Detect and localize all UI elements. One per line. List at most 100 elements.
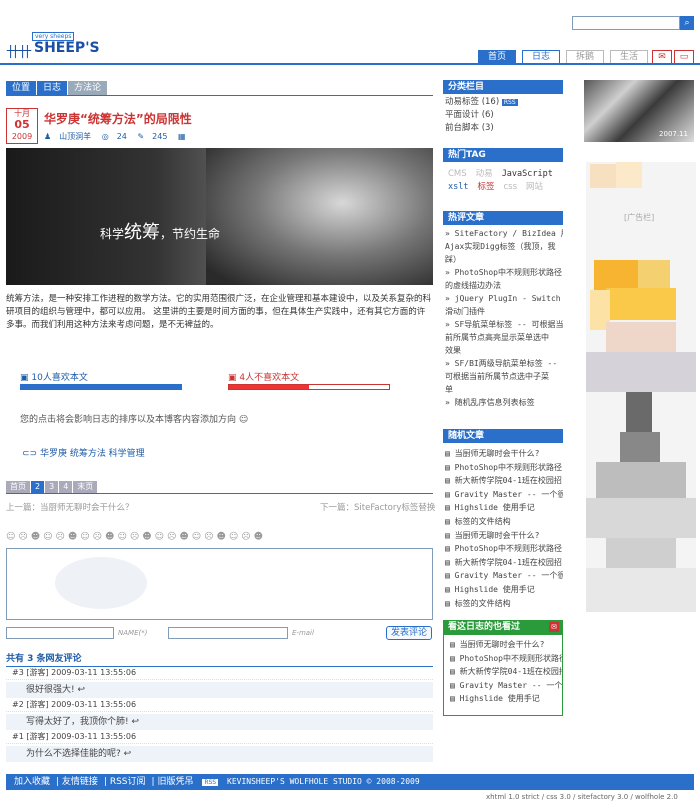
- prev-post-link[interactable]: 上一篇：当厨师无聊时会干什么？: [6, 501, 134, 513]
- tag-link[interactable]: 网站: [526, 181, 543, 194]
- also-read-list: ▤ 当厨师无聊时会干什么? ▤ PhotoShop中不规则形状路径 ▤ 新大新传学院…: [450, 638, 562, 706]
- sidebar-post-link[interactable]: ▤ 当厨师无聊时会干什么?: [445, 529, 563, 543]
- hot-tags-heading: 热门TAG: [443, 148, 563, 162]
- calendar-icon[interactable]: ▦: [178, 132, 186, 141]
- sidebar-post-link[interactable]: 可根据当前所属节点选中子菜: [445, 370, 563, 383]
- sidebar-post-link[interactable]: Ajax实现Digg标签（我顶，我: [445, 240, 563, 253]
- post-author[interactable]: 山顶洞羊: [59, 132, 91, 141]
- sidebar-post-link[interactable]: ▤ 当厨师无聊时会干什么?: [450, 638, 562, 652]
- reply-icon[interactable]: ↩: [124, 749, 132, 759]
- post-hero-image: 科学统筹，节约生命: [6, 148, 433, 285]
- also-read-box: ▤ 当厨师无聊时会干什么? ▤ PhotoShop中不规则形状路径 ▤ 新大新传学院…: [443, 634, 563, 716]
- page-last[interactable]: 末页: [73, 481, 98, 493]
- tag-link[interactable]: xslt: [448, 181, 468, 194]
- nav-tab-blog[interactable]: 日志: [522, 50, 560, 64]
- search-input[interactable]: [572, 16, 680, 30]
- page-3[interactable]: 3: [45, 481, 59, 493]
- footer-link-bookmark[interactable]: 加入收藏: [14, 777, 50, 787]
- sidebar-post-link[interactable]: » SF导航菜单标签 -- 可根据当: [445, 318, 563, 331]
- mail-icon[interactable]: ✉: [652, 50, 672, 64]
- sidebar-post-link[interactable]: 踩）: [445, 253, 563, 266]
- sidebar-post-link[interactable]: » PhotoShop中不规则形状路径: [445, 266, 563, 279]
- breadcrumb-blog[interactable]: 日志: [37, 81, 68, 95]
- nav-tab-life[interactable]: 生活: [610, 50, 648, 64]
- nav-tab-mods[interactable]: 拆鹅: [566, 50, 604, 64]
- sidebar-post-link[interactable]: 滑动门插件: [445, 305, 563, 318]
- post-body: 统筹方法，是一种安排工作进程的数学方法。它的实用范围很广泛，在企业管理和基本建设…: [6, 294, 432, 330]
- comment-text: 很好很强大! ↩: [6, 682, 433, 698]
- submit-comment-button[interactable]: 发表评论: [386, 626, 432, 640]
- footer-link-rss[interactable]: RSS订阅: [110, 777, 146, 787]
- next-post-link[interactable]: 下一篇：SiteFactory标签替换: [320, 501, 435, 513]
- sidebar-post-link[interactable]: ▤ 当厨师无聊时会干什么?: [445, 447, 563, 461]
- comment-textarea[interactable]: [6, 548, 433, 620]
- tag-link[interactable]: css: [504, 181, 518, 194]
- rss-badge[interactable]: RSS: [501, 99, 518, 106]
- sidebar-post-link[interactable]: » jQuery PlugIn - Switch Tab: [445, 292, 563, 305]
- page-4[interactable]: 4: [59, 481, 73, 493]
- breadcrumb-methodology[interactable]: 方法论: [68, 81, 108, 95]
- tag-link[interactable]: 标签: [477, 181, 494, 194]
- sidebar-post-link[interactable]: 效果: [445, 344, 563, 357]
- footer-link-friends[interactable]: 友情链接: [62, 777, 98, 787]
- sidebar-post-link[interactable]: ▤ Highslide 使用手记: [445, 583, 563, 597]
- sidebar-post-link[interactable]: ▤ PhotoShop中不规则形状路径: [445, 461, 563, 475]
- thumb-up-icon: ▣: [20, 373, 32, 383]
- emoticon-bar[interactable]: ☺☹☻☺☹☻☺☹☻☺☹☻☺☹☻☺☹☻☺☹☻: [6, 532, 433, 544]
- comment-meta: #2 [游客] 2009-03-11 13:55:06: [6, 698, 433, 712]
- nav-tab-home[interactable]: 首页: [478, 50, 516, 64]
- tag-icon: ⊂⊃: [22, 449, 40, 459]
- sidebar-post-link[interactable]: ▤ 新大新传学院04-1班在校园招: [445, 474, 563, 488]
- sidebar-post-link[interactable]: ▤ PhotoShop中不规则形状路径: [445, 542, 563, 556]
- ad-label: [广告栏]: [624, 213, 655, 222]
- sidebar-post-link[interactable]: 单: [445, 383, 563, 396]
- post-date-badge: 十月 05 2009: [6, 108, 38, 144]
- ad-tower-image[interactable]: [586, 162, 696, 612]
- tag-link[interactable]: CMS: [448, 168, 467, 181]
- ad-banner-image[interactable]: 2007.11: [584, 80, 694, 142]
- sidebar-post-link[interactable]: ▤ Gravity Master -- 一个很好: [445, 569, 563, 583]
- page-first[interactable]: 首页: [6, 481, 30, 493]
- sidebar-post-link[interactable]: ▤ Gravity Master -- 一个很好: [450, 679, 562, 693]
- sidebar-post-link[interactable]: ▤ 新大新传学院04-1班在校园招: [450, 665, 562, 679]
- category-item[interactable]: 平面设计 (6): [445, 109, 563, 122]
- sidebar-post-link[interactable]: ▤ 新大新传学院04-1班在校园招: [445, 556, 563, 570]
- sidebar-post-link[interactable]: ▤ PhotoShop中不规则形状路径: [450, 652, 562, 666]
- email-label: E-mail: [292, 629, 314, 637]
- sidebar-post-link[interactable]: ▤ 标签的文件结构: [445, 597, 563, 611]
- like-vote[interactable]: ▣ 10人喜欢本文: [20, 370, 185, 392]
- tag-link[interactable]: JavaScript: [502, 168, 553, 181]
- sidebar-post-link[interactable]: » 随机乱序信息列表标签: [445, 396, 563, 409]
- category-item[interactable]: 前台脚本 (3): [445, 122, 563, 135]
- sidebar-post-link[interactable]: 的虚线描边办法: [445, 279, 563, 292]
- site-logo[interactable]: very sheeps 卄卄 SHEEP'S: [6, 30, 100, 66]
- reply-icon[interactable]: ↩: [77, 685, 85, 695]
- footer-link-oldsite[interactable]: 旧版凭吊: [157, 777, 193, 787]
- footer-standards: xhtml 1.0 strict / css 3.0 / sitefactory…: [486, 793, 678, 801]
- sidebar-post-link[interactable]: ▤ Highslide 使用手记: [450, 692, 562, 706]
- sidebar-post-link[interactable]: ▤ Highslide 使用手记: [445, 501, 563, 515]
- sidebar-post-link[interactable]: 前所属节点高亮显示菜单选中: [445, 331, 563, 344]
- comments-heading: 共有 3 条网友评论: [6, 651, 433, 667]
- name-field[interactable]: [6, 627, 114, 639]
- name-label: NAME(*): [118, 629, 148, 637]
- pagination: 首页 2 3 4 末页: [6, 481, 98, 493]
- reply-icon[interactable]: ↩: [131, 717, 139, 727]
- categories-heading: 分类栏目: [443, 80, 563, 94]
- also-read-badge-icon: ✉: [549, 622, 559, 632]
- post-tags[interactable]: ⊂⊃ 华罗庚 统筹方法 科学管理: [22, 446, 145, 459]
- hero-photo: [206, 148, 433, 285]
- sidebar-post-link[interactable]: » SiteFactory / BizIdea 用: [445, 227, 563, 240]
- sidebar-post-link[interactable]: » SF/BI两级导航菜单标签 --: [445, 357, 563, 370]
- dislike-vote[interactable]: ▣ 4人不喜欢本文: [228, 370, 393, 392]
- sidebar-post-link[interactable]: ▤ 标签的文件结构: [445, 515, 563, 529]
- search-icon[interactable]: ⌕: [680, 16, 694, 30]
- window-icon[interactable]: ▭: [674, 50, 694, 64]
- logo-mark-icon: 卄卄: [6, 45, 32, 61]
- tag-link[interactable]: 动易: [476, 168, 493, 181]
- page-2[interactable]: 2: [31, 481, 45, 493]
- category-item[interactable]: 动易标签 (16) RSS: [445, 96, 563, 109]
- email-field[interactable]: [168, 627, 288, 639]
- sidebar-post-link[interactable]: ▤ Gravity Master -- 一个很好: [445, 488, 563, 502]
- post-year: 2009: [7, 131, 37, 142]
